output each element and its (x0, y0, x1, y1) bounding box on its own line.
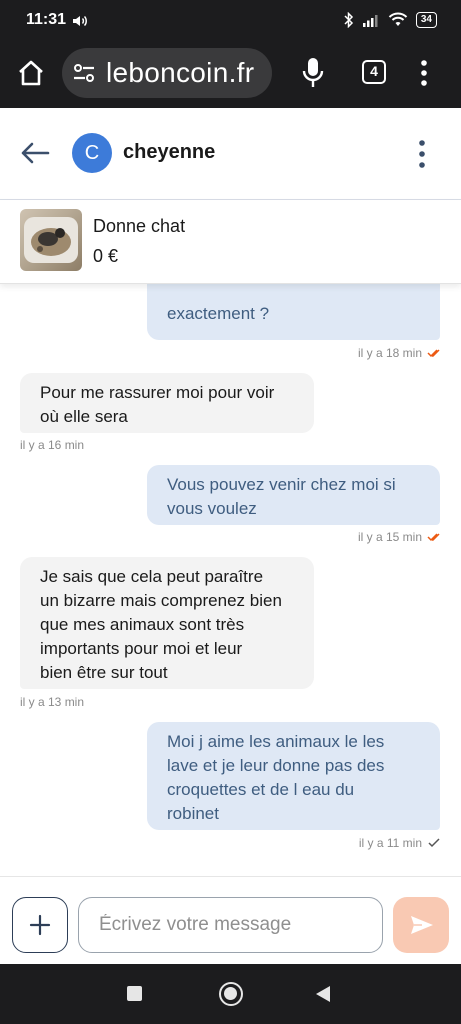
send-button[interactable] (393, 897, 449, 953)
double-check-icon (427, 533, 440, 542)
message-meta: il y a 13 min (20, 695, 84, 709)
home-icon[interactable] (16, 58, 46, 88)
listing-card[interactable]: Donne chat 0 € (0, 200, 461, 284)
message-time: il y a 13 min (20, 695, 85, 709)
add-attachment-button[interactable] (12, 897, 68, 953)
message-bubble-received: Pour me rassurer moi pour voir où elle s… (20, 373, 314, 433)
message-meta: il y a 11 min (359, 836, 441, 850)
message-bubble-sent: Vous pouvez venir chez moi si vous voule… (147, 465, 440, 525)
message-line: où elle sera (40, 407, 128, 426)
message-line: Moi j aime les animaux le les (167, 732, 385, 751)
tab-switcher-button[interactable]: 4 (362, 60, 386, 84)
message-text: exactement ? (167, 304, 270, 323)
message-time: il y a 15 min (357, 530, 422, 544)
message-meta: il y a 16 min (20, 438, 84, 452)
message-composer (0, 876, 461, 964)
message-line: un bizarre mais comprenez bien (40, 591, 282, 610)
site-settings-icon[interactable] (70, 59, 98, 87)
home-circle-icon[interactable] (219, 982, 243, 1006)
wifi-icon (388, 12, 408, 26)
message-time: il y a 11 min (358, 836, 422, 850)
back-triangle-icon[interactable] (316, 986, 330, 1002)
browser-toolbar: leboncoin.fr 4 (0, 42, 461, 108)
message-line: vous voulez (167, 499, 257, 518)
url-text: leboncoin.fr (106, 57, 255, 88)
contact-name[interactable]: cheyenne (123, 141, 215, 164)
bluetooth-icon (344, 12, 353, 28)
message-meta: il y a 18 min (358, 346, 441, 360)
signal-icon (362, 15, 378, 27)
status-icons: 34 (344, 12, 437, 28)
check-icon (428, 838, 440, 848)
system-navigation-bar (0, 964, 461, 1024)
listing-price: 0 € (93, 246, 119, 266)
status-time: 11:31 (26, 11, 67, 28)
avatar[interactable]: C (72, 133, 112, 173)
message-line: importants pour moi et leur (40, 639, 243, 658)
recent-apps-icon[interactable] (127, 986, 142, 1001)
browser-menu-icon[interactable] (418, 58, 430, 88)
back-arrow-icon[interactable] (18, 138, 52, 168)
message-line: robinet (167, 804, 219, 823)
microphone-icon[interactable] (300, 56, 326, 90)
message-bubble-sent: Moi j aime les animaux le les lave et je… (147, 722, 440, 830)
listing-title: Donne chat (93, 216, 186, 236)
message-line: que mes animaux sont très (40, 615, 245, 634)
status-bar: 11:31 34 (0, 0, 461, 42)
message-line: croquettes et de l eau du (167, 780, 355, 799)
message-meta: il y a 15 min (358, 530, 441, 544)
double-check-icon (427, 349, 440, 358)
message-input[interactable] (78, 897, 383, 953)
send-icon (411, 916, 433, 934)
message-time: il y a 18 min (357, 346, 422, 360)
message-line: Vous pouvez venir chez moi si (167, 475, 396, 494)
more-options-icon[interactable] (416, 138, 428, 170)
message-line: bien être sur tout (40, 663, 168, 682)
message-time: il y a 16 min (20, 438, 85, 452)
conversation-header: C cheyenne (0, 108, 461, 200)
address-bar[interactable]: leboncoin.fr (62, 48, 272, 98)
message-line: Je sais que cela peut paraître (40, 567, 264, 586)
message-list[interactable]: exactement ? il y a 18 min Pour me rassu… (0, 284, 461, 874)
plus-icon (29, 914, 50, 935)
message-line: Pour me rassurer moi pour voir (40, 383, 275, 402)
message-bubble-received: Je sais que cela peut paraître un bizarr… (20, 557, 314, 689)
message-line: lave et je leur donne pas des (167, 756, 385, 775)
volume-icon (73, 15, 87, 27)
battery-indicator: 34 (415, 12, 437, 28)
listing-thumbnail (20, 209, 82, 271)
message-bubble-sent: exactement ? (147, 284, 440, 340)
